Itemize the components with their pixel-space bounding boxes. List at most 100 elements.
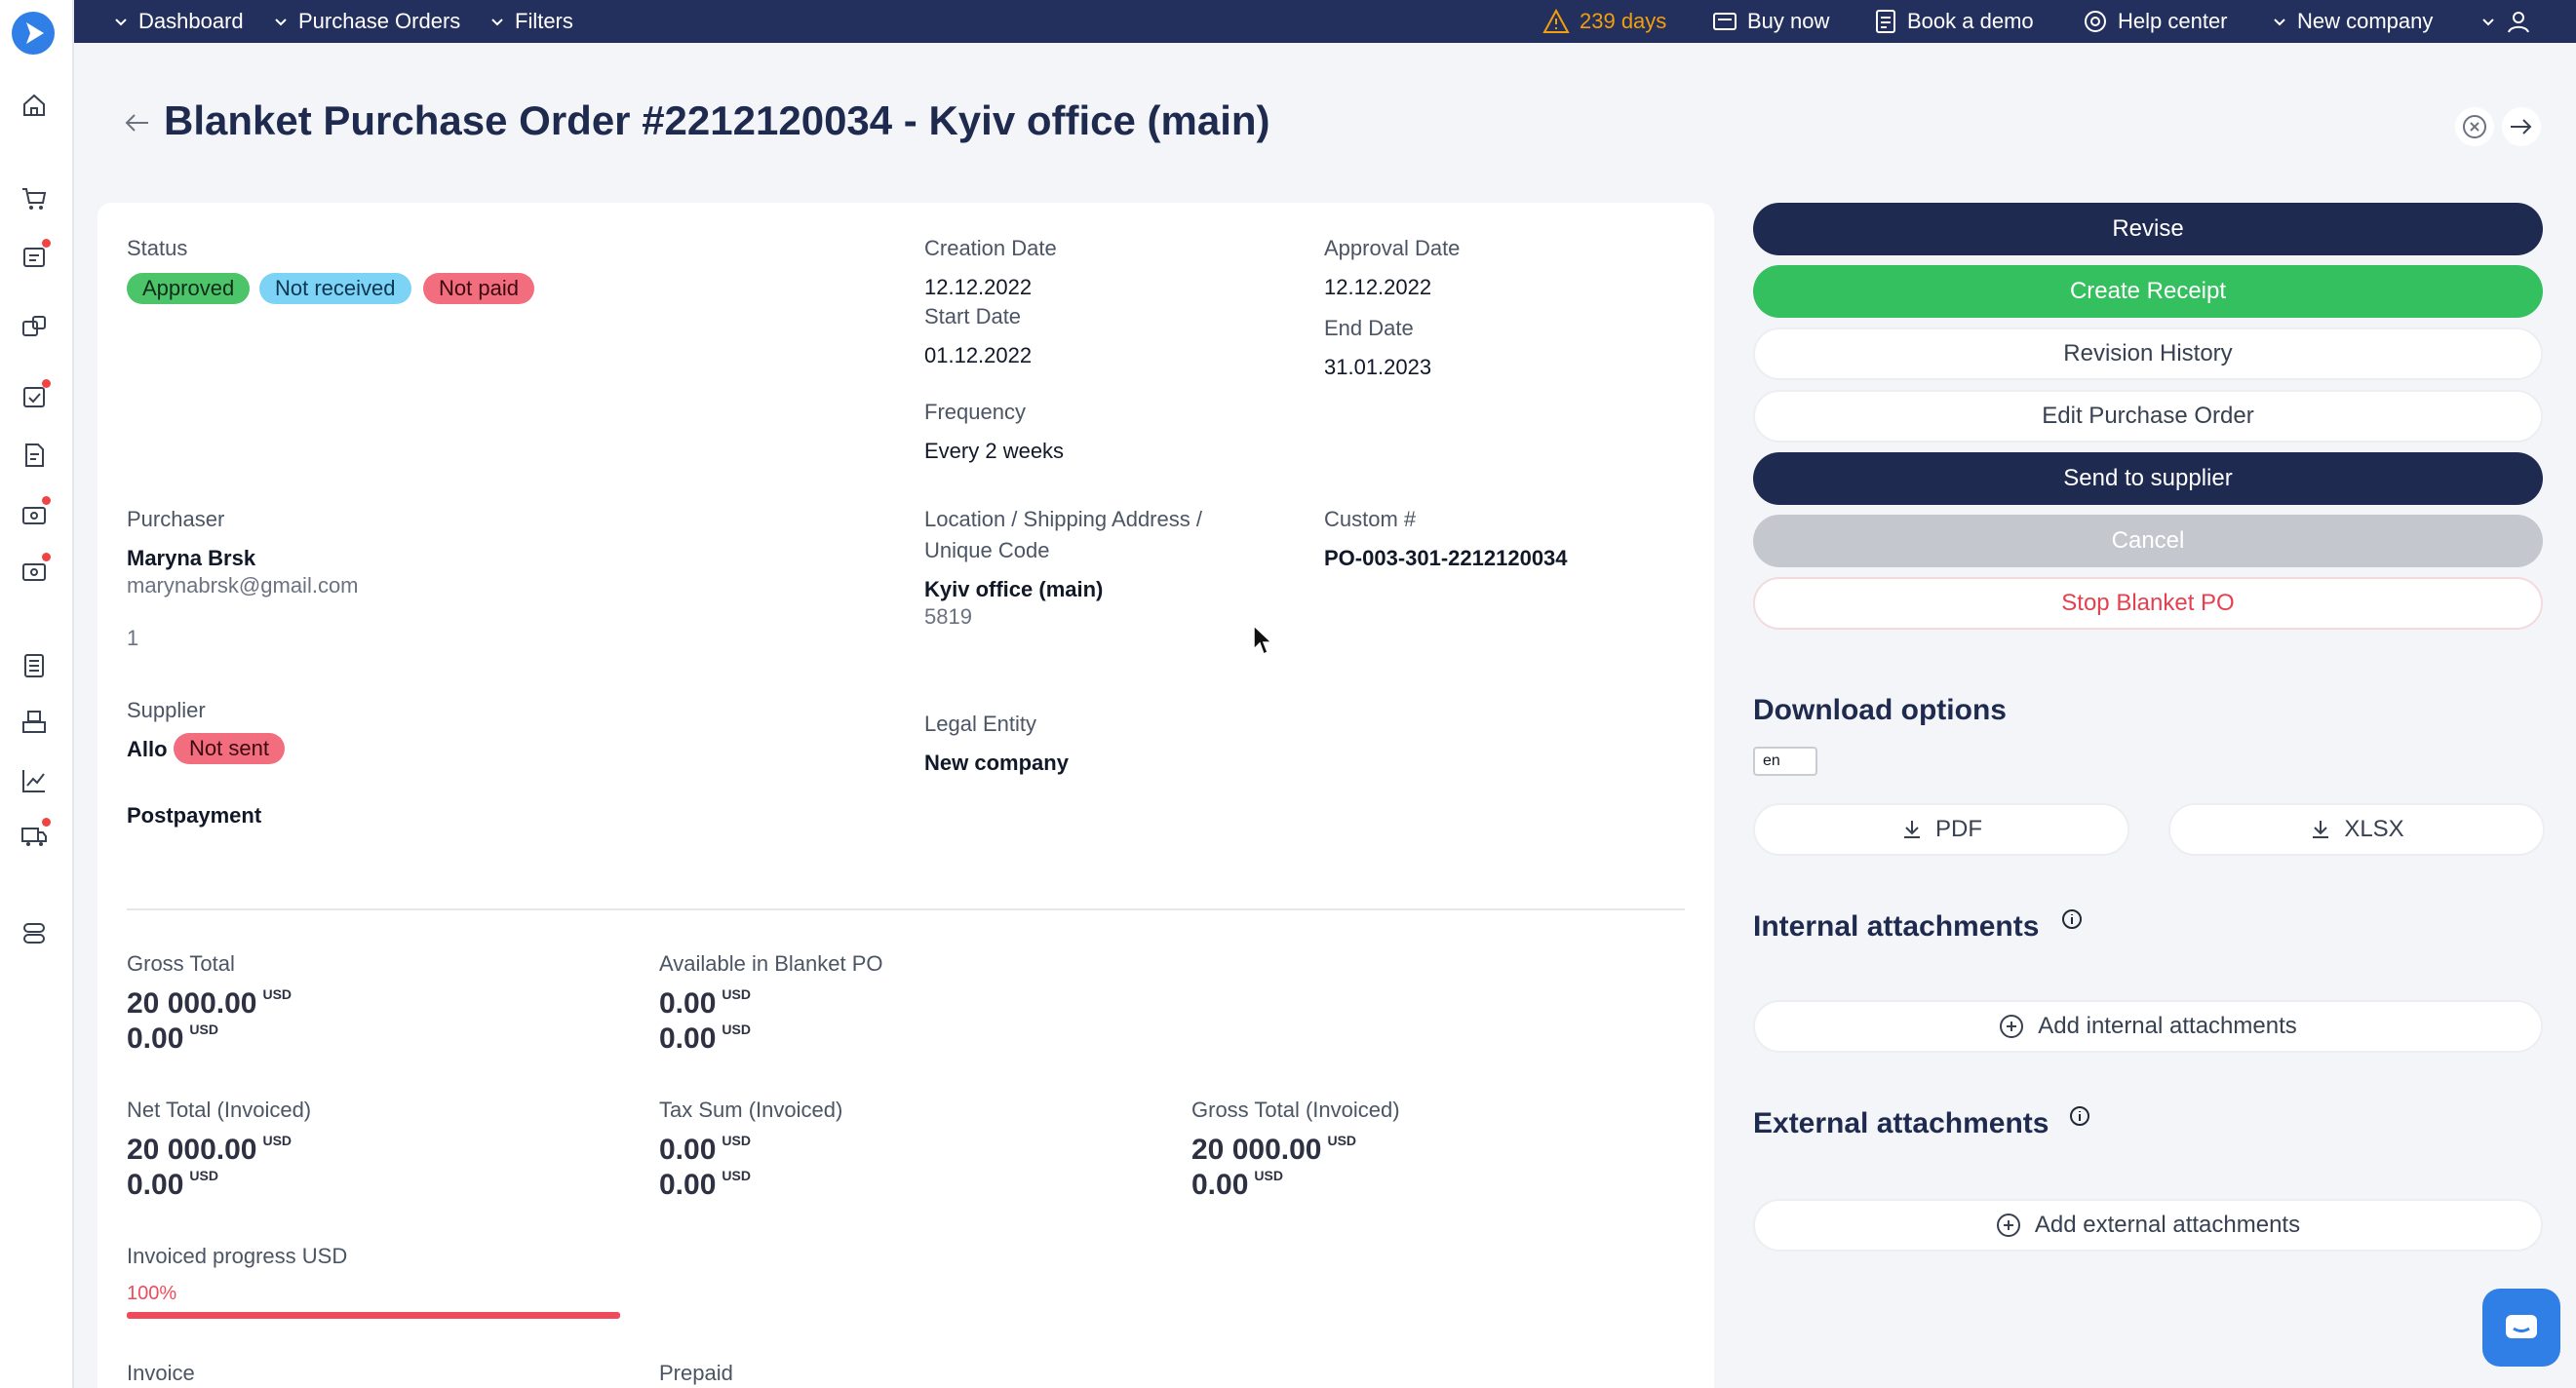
progress-label: Invoiced progress USD (127, 1244, 348, 1268)
documents-icon[interactable] (20, 441, 49, 470)
stop-blanket-po-button[interactable]: Stop Blanket PO (1753, 577, 2543, 630)
frequency-label: Frequency (924, 400, 1026, 424)
receipts-icon[interactable] (20, 496, 51, 528)
amount-text: 0.00 (659, 1022, 717, 1055)
notification-dot (42, 553, 51, 561)
supplier-label: Supplier (127, 698, 206, 722)
amount-text: 0.00 (659, 1169, 717, 1201)
chevron-down-icon (115, 19, 127, 26)
revise-button[interactable]: Revise (1753, 203, 2543, 255)
purchaser-name: Maryna Brsk (127, 546, 256, 570)
cart-icon[interactable] (20, 183, 49, 212)
currency: USD (189, 1168, 218, 1183)
budgets-icon[interactable] (20, 651, 49, 680)
warning-icon (1542, 9, 1570, 33)
purchaser-label: Purchaser (127, 507, 225, 531)
company-switcher[interactable]: New company (2272, 0, 2433, 43)
delivery-icon[interactable] (20, 818, 51, 850)
language-select[interactable]: en (1753, 747, 1817, 776)
end-date-label: End Date (1324, 316, 1414, 340)
amount-text: 0.00 (127, 1169, 184, 1201)
section-divider (127, 908, 1685, 910)
info-icon[interactable] (2069, 1105, 2090, 1132)
chat-button[interactable] (2482, 1289, 2560, 1367)
edit-po-button[interactable]: Edit Purchase Order (1753, 390, 2543, 443)
nav-purchase-orders[interactable]: Purchase Orders (273, 0, 460, 43)
status-label: Status (127, 236, 188, 260)
plus-circle-icon (1996, 1214, 2020, 1237)
external-attachments-title: External attachments (1753, 1107, 2049, 1139)
notification-dot (42, 496, 51, 505)
add-internal-label: Add internal attachments (2038, 1013, 2297, 1039)
add-external-attachments-button[interactable]: Add external attachments (1753, 1199, 2543, 1252)
close-button[interactable] (2455, 107, 2494, 146)
requests-icon[interactable] (20, 239, 51, 271)
net-total-value-2: 0.00 USD (127, 1168, 218, 1202)
suppliers-icon[interactable] (20, 312, 49, 341)
cancel-button[interactable]: Cancel (1753, 515, 2543, 567)
analytics-icon[interactable] (20, 766, 49, 795)
net-total-label: Net Total (Invoiced) (127, 1098, 312, 1122)
revision-history-button[interactable]: Revision History (1753, 328, 2543, 380)
user-icon (2508, 12, 2529, 33)
info-icon[interactable] (2061, 908, 2083, 935)
tax-sum-value-2: 0.00 USD (659, 1168, 751, 1202)
gross-invoiced-label: Gross Total (Invoiced) (1191, 1098, 1400, 1122)
help-center-link[interactable]: Help center (2083, 0, 2228, 43)
nav-label: Purchase Orders (298, 9, 461, 33)
inventory-icon[interactable] (20, 708, 49, 737)
amount-text: 20 000.00 (1191, 1134, 1322, 1166)
payments-icon[interactable] (20, 553, 51, 585)
supplier-status-badge: Not sent (174, 733, 285, 764)
user-menu[interactable] (2480, 0, 2531, 43)
notification-dot (42, 379, 51, 388)
location-label: Location / Shipping Address / (924, 507, 1202, 531)
company-label: New company (2297, 9, 2434, 33)
legal-entity-label: Legal Entity (924, 712, 1036, 736)
nav-label: Dashboard (138, 9, 244, 33)
download-xlsx-button[interactable]: XLSX (2168, 803, 2545, 856)
creation-date-label: Creation Date (924, 236, 1057, 260)
trial-days[interactable]: 239 days (1542, 0, 1666, 43)
send-to-supplier-button[interactable]: Send to supplier (1753, 452, 2543, 505)
buy-now-link[interactable]: Buy now (1712, 0, 1829, 43)
location-name: Kyiv office (main) (924, 577, 1104, 601)
download-icon (1904, 821, 1920, 838)
approval-date-label: Approval Date (1324, 236, 1461, 260)
download-options-title: Download options (1753, 694, 2007, 726)
custom-number-value: PO-003-301-2212120034 (1324, 546, 1568, 570)
settings-icon[interactable] (20, 918, 49, 947)
buy-now-label: Buy now (1747, 9, 1830, 33)
nav-dashboard[interactable]: Dashboard (113, 0, 244, 43)
progress-fill (127, 1312, 620, 1319)
download-pdf-button[interactable]: PDF (1753, 803, 2129, 856)
app-logo[interactable] (12, 12, 55, 55)
chevron-down-icon (491, 19, 503, 26)
tax-sum-label: Tax Sum (Invoiced) (659, 1098, 843, 1122)
help-center-label: Help center (2118, 9, 2228, 33)
amount-text: 0.00 (659, 987, 717, 1020)
notification-dot (42, 239, 51, 248)
creation-date-value: 12.12.2022 (924, 275, 1033, 299)
supplier-name[interactable]: Allo (127, 737, 168, 762)
document-icon (1876, 10, 1895, 33)
add-internal-attachments-button[interactable]: Add internal attachments (1753, 1000, 2543, 1053)
back-arrow-icon[interactable] (123, 111, 150, 139)
nav-filters[interactable]: Filters (489, 0, 573, 43)
internal-attachments-title: Internal attachments (1753, 910, 2040, 943)
currency: USD (722, 1133, 751, 1148)
chevron-down-icon (2482, 19, 2494, 26)
amount-text: 0.00 (127, 1022, 184, 1055)
chevron-down-icon (2274, 19, 2285, 26)
next-button[interactable] (2502, 107, 2541, 146)
payment-type: Postpayment (127, 803, 262, 828)
home-icon[interactable] (20, 91, 49, 120)
end-date-value: 31.01.2023 (1324, 355, 1432, 379)
book-demo-link[interactable]: Book a demo (1874, 0, 2034, 43)
currency: USD (722, 986, 751, 1002)
approvals-icon[interactable] (20, 379, 51, 411)
create-receipt-button[interactable]: Create Receipt (1753, 265, 2543, 318)
approval-date-value: 12.12.2022 (1324, 275, 1432, 299)
invoiced-progress-bar (127, 1312, 620, 1319)
available-label: Available in Blanket PO (659, 951, 883, 976)
